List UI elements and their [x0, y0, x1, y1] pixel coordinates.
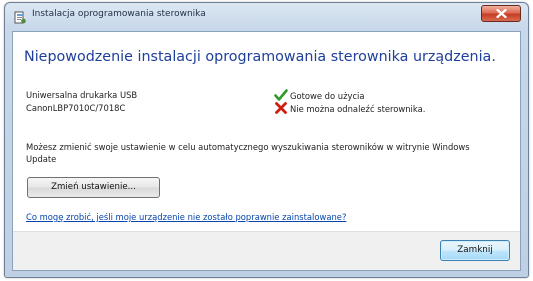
windows-update-info: Możesz zmienić swoje ustawienie w celu a… [26, 142, 470, 164]
device-status-row: Gotowe do użycia [274, 89, 425, 102]
help-link[interactable]: Co mogę zrobić, jeśli moje urządzenie ni… [26, 212, 346, 222]
device-name: CanonLBP7010C/7018C [26, 103, 126, 113]
close-icon [496, 9, 507, 18]
window-title: Instalacja oprogramowania sterownika [32, 9, 206, 19]
page-title: Niepowodzenie instalacji oprogramowania … [24, 49, 496, 65]
dialog-content: Niepowodzenie instalacji oprogramowania … [12, 31, 521, 271]
driver-install-dialog: Instalacja oprogramowania sterownika Nie… [4, 2, 529, 278]
window-close-button[interactable] [481, 5, 521, 22]
device-name: Uniwersalna drukarka USB [26, 90, 138, 100]
change-settings-button[interactable]: Zmień ustawienie... [27, 177, 160, 198]
device-status-text: Nie można odnaleźć sterownika. [290, 104, 426, 114]
error-x-icon [274, 102, 290, 114]
device-list: Uniwersalna drukarka USB CanonLBP7010C/7… [26, 89, 137, 115]
device-status-text: Gotowe do użycia [290, 91, 365, 101]
title-bar[interactable]: Instalacja oprogramowania sterownika [5, 3, 528, 29]
device-installer-icon [14, 9, 26, 24]
dialog-footer: Zamknij [13, 231, 520, 270]
device-status-row: Nie można odnaleźć sterownika. [274, 102, 425, 115]
device-status-list: Gotowe do użycia Nie można odnaleźć ster… [274, 89, 425, 115]
check-icon [274, 89, 290, 101]
close-button[interactable]: Zamknij [440, 240, 510, 261]
